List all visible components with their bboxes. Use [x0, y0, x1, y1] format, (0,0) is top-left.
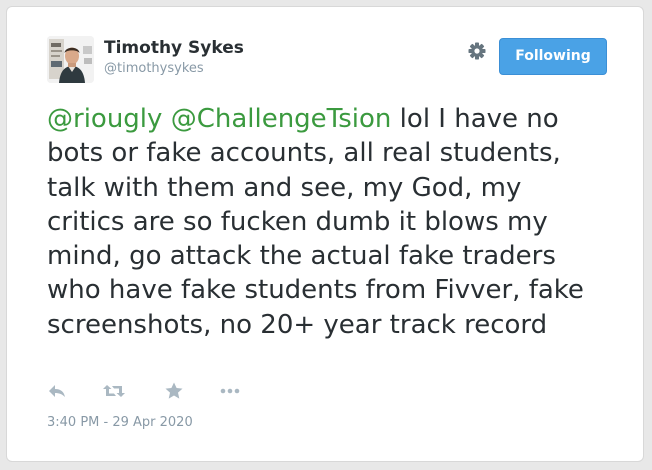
star-icon [165, 382, 183, 399]
avatar[interactable] [47, 36, 94, 83]
profile-photo-icon [47, 36, 94, 83]
retweet-button[interactable] [102, 381, 126, 401]
reply-button[interactable] [47, 381, 67, 401]
gear-icon [468, 42, 486, 60]
reply-icon [49, 385, 65, 397]
mention-challengetsion[interactable]: @ChallengeTsion [171, 104, 392, 134]
author-handle[interactable]: @timothysykes [104, 61, 204, 76]
retweet-icon [103, 385, 125, 397]
tweet-text: @riougly @ChallengeTsion lol I have no b… [47, 102, 607, 342]
tweet-card: Timothy Sykes @timothysykes Following @r… [6, 6, 644, 462]
tweet-body: lol I have no bots or fake accounts, all… [47, 104, 584, 340]
tweet-timestamp[interactable]: 3:40 PM - 29 Apr 2020 [47, 415, 193, 430]
tweet-actions [47, 381, 267, 401]
author-name[interactable]: Timothy Sykes [104, 38, 244, 58]
following-button[interactable]: Following [499, 38, 607, 75]
favorite-button[interactable] [164, 381, 184, 401]
settings-gear-button[interactable] [466, 40, 488, 62]
more-icon [220, 388, 240, 394]
more-button[interactable] [219, 381, 241, 401]
mention-riougly[interactable]: @riougly [47, 104, 162, 134]
